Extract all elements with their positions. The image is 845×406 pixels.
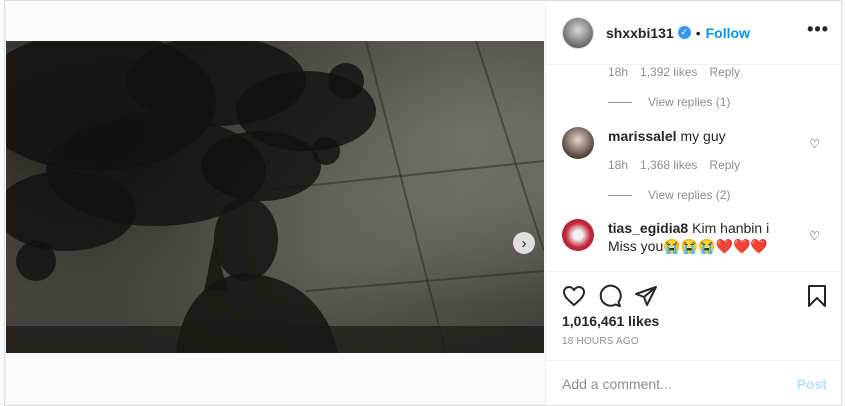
post-media: › (5, 1, 545, 405)
header-separator: • (695, 24, 701, 41)
post-header: shxxbi131 ✓ • Follow ••• (546, 1, 843, 65)
comment-meta: 18h 1,392 likes Reply (608, 65, 740, 79)
post-timestamp[interactable]: 18 HOURS AGO (562, 336, 639, 347)
comment-input[interactable] (562, 375, 797, 392)
post-actions: 1,016,461 likes 18 HOURS AGO Post (546, 271, 843, 405)
comment-likes[interactable]: 1,368 likes (640, 158, 697, 172)
heart-icon[interactable] (562, 284, 586, 308)
post-comment-button[interactable]: Post (797, 376, 827, 392)
commenter-avatar[interactable] (562, 219, 594, 251)
photo-shadow-scene (6, 41, 544, 353)
comment-text: my guy (680, 128, 726, 144)
view-replies-button[interactable]: View replies (1) (608, 95, 730, 109)
commenter-username[interactable]: tias_egidia8 (608, 220, 688, 236)
small-heart-icon[interactable]: ♡ (809, 229, 820, 243)
small-heart-icon[interactable]: ♡ (809, 137, 820, 151)
comment-likes[interactable]: 1,392 likes (640, 65, 697, 79)
post-sidebar: shxxbi131 ✓ • Follow ••• 18h 1,392 likes… (545, 1, 843, 405)
comment-age: 18h (608, 158, 629, 172)
add-comment-bar: Post (546, 360, 843, 406)
likes-count[interactable]: 1,016,461 likes (562, 313, 659, 329)
view-replies-button[interactable]: View replies (2) (608, 188, 730, 202)
author-avatar[interactable] (562, 16, 594, 49)
view-replies-label: View replies (1) (648, 95, 731, 109)
share-icon[interactable] (634, 284, 658, 308)
follow-button[interactable]: Follow (706, 25, 750, 41)
comment-age: 18h (608, 65, 629, 79)
more-options-icon[interactable]: ••• (807, 20, 829, 38)
post-photo[interactable]: › (6, 41, 544, 353)
commenter-avatar[interactable] (562, 127, 594, 159)
comment-meta: 18h 1,368 likes Reply (608, 158, 740, 172)
commenter-username[interactable]: marissalel (608, 128, 677, 144)
comment-item: tias_egidia8 Kim hanbin i Miss you😭😭😭❤️❤️… (562, 219, 832, 255)
reply-button[interactable]: Reply (709, 158, 740, 172)
author-username[interactable]: shxxbi131 (606, 25, 674, 41)
comment-item: marissalel my guy ♡ (562, 127, 832, 159)
verified-badge-icon: ✓ (677, 26, 691, 39)
reply-button[interactable]: Reply (709, 65, 740, 79)
comments-list: 18h 1,392 likes Reply View replies (1) m… (546, 65, 843, 270)
view-replies-label: View replies (2) (648, 188, 731, 202)
post-container: › shxxbi131 ✓ • Follow ••• 18h 1,392 lik… (4, 0, 843, 406)
comment-body: tias_egidia8 Kim hanbin i Miss you😭😭😭❤️❤️… (608, 219, 798, 255)
view-replies-line (608, 101, 632, 103)
comment-icon[interactable] (598, 284, 622, 308)
action-icons (562, 284, 658, 308)
chevron-right-icon: › (521, 234, 527, 252)
carousel-next-button[interactable]: › (513, 232, 535, 254)
bookmark-icon[interactable] (805, 284, 829, 308)
comment-body: marissalel my guy (608, 127, 798, 159)
view-replies-line (608, 194, 632, 196)
